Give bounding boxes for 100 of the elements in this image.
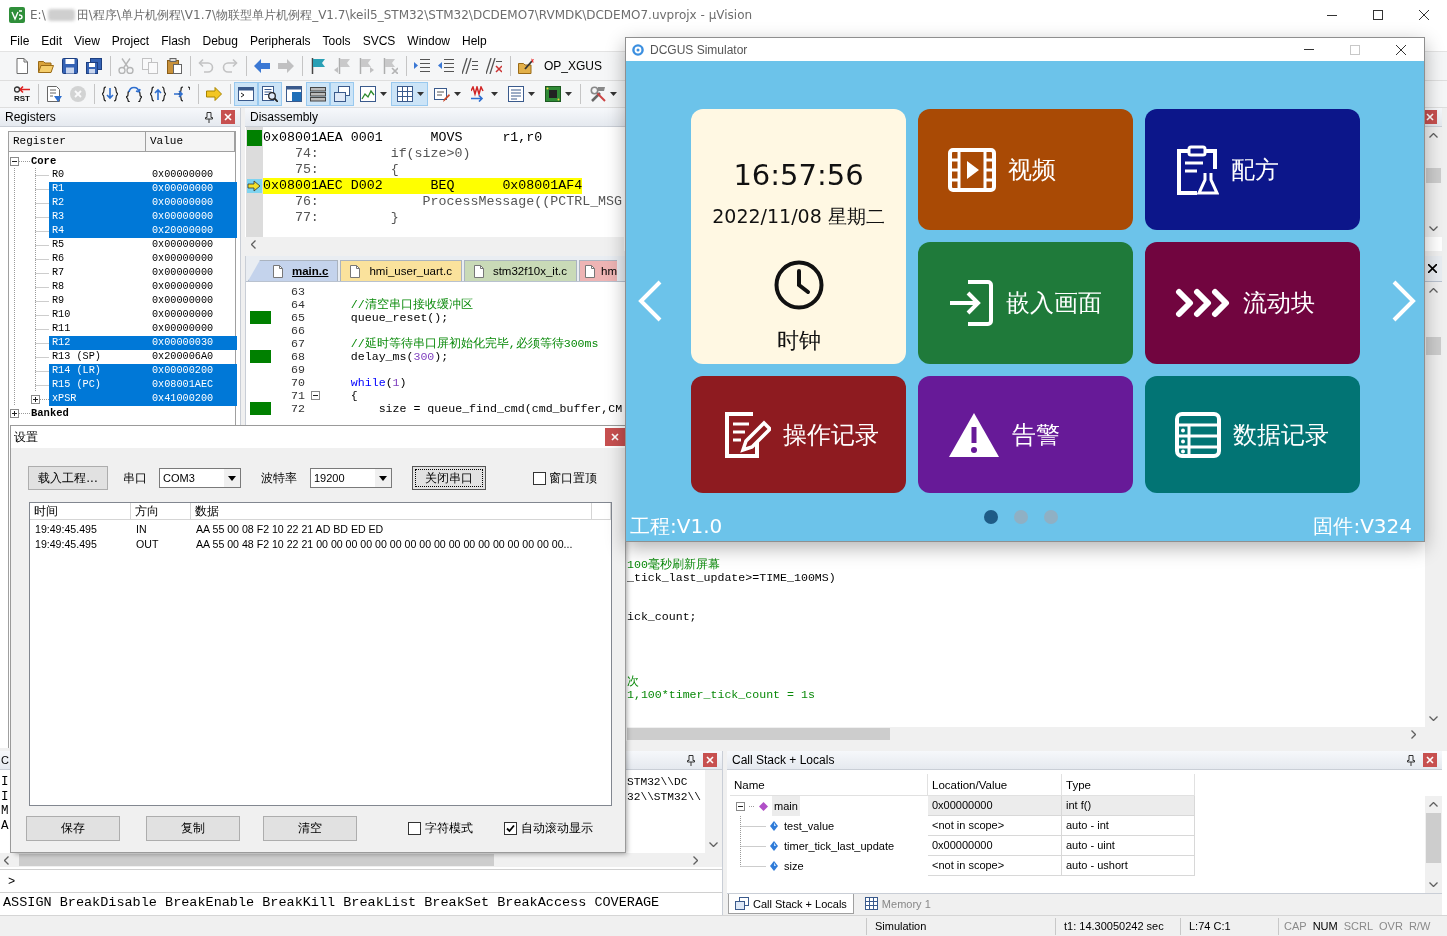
braces-up-arrow-icon[interactable] <box>150 86 166 102</box>
menu-tile[interactable]: 操作记录 <box>691 376 906 493</box>
menu-tile[interactable]: 视频 <box>918 109 1133 230</box>
scroll-right-icon[interactable] <box>1411 729 1416 739</box>
arrow-braces-icon[interactable] <box>174 86 190 102</box>
caret-icon[interactable] <box>528 92 535 96</box>
menu-tile[interactable]: 流动块 <box>1145 242 1360 364</box>
braces-curved-arrow-icon[interactable] <box>126 86 142 102</box>
port-dropdown[interactable]: COM3 <box>159 468 241 488</box>
chart-window-icon[interactable] <box>360 86 376 102</box>
minus-box-icon[interactable] <box>310 391 320 400</box>
port-button[interactable]: 关闭串口 <box>412 466 486 490</box>
caret-icon[interactable] <box>610 92 617 96</box>
baud-dropdown[interactable]: 19200 <box>310 468 392 488</box>
scroll-left-icon[interactable] <box>4 855 9 865</box>
register-group[interactable]: Banked <box>31 406 69 420</box>
file-tab[interactable]: stm32f10x_it.c <box>463 260 578 281</box>
floppy-disks-icon[interactable] <box>86 58 102 74</box>
checkbox[interactable] <box>504 822 517 835</box>
pin-icon[interactable] <box>687 754 695 766</box>
panel-tab[interactable]: Call Stack + Locals <box>728 894 854 914</box>
caret-icon[interactable] <box>380 92 387 96</box>
slashed-lines-cross-icon[interactable] <box>486 58 502 74</box>
plus-box-icon[interactable] <box>10 408 19 418</box>
clipboard-icon[interactable] <box>166 58 182 74</box>
chip-board-icon[interactable] <box>545 86 561 102</box>
wave-arrow-icon[interactable] <box>471 86 487 102</box>
outdent-icon[interactable] <box>438 58 454 74</box>
scrollbar-thumb[interactable] <box>1426 337 1441 355</box>
menu-item[interactable]: Flash <box>155 30 197 51</box>
close-icon[interactable] <box>1428 264 1437 273</box>
dialog-button[interactable]: 保存 <box>26 816 120 841</box>
pin-icon[interactable] <box>205 111 213 123</box>
file-tab[interactable]: main.c <box>248 260 339 281</box>
reset-button[interactable]: RST <box>10 82 34 106</box>
maximize-icon[interactable] <box>1373 10 1383 20</box>
dialog-button[interactable]: 复制 <box>146 816 240 841</box>
scroll-down-icon[interactable] <box>1429 882 1438 887</box>
folder-wand-icon[interactable] <box>518 58 534 74</box>
clock-tile[interactable]: 16:57:56 2022/11/08 星期二 时钟 <box>691 109 906 364</box>
pin-icon[interactable] <box>1407 754 1415 766</box>
flag-icon[interactable] <box>310 58 326 74</box>
menu-item[interactable]: View <box>68 30 106 51</box>
menu-item[interactable]: Debug <box>196 30 244 51</box>
scroll-right-icon[interactable] <box>693 855 698 865</box>
braces-down-arrow-icon[interactable] <box>102 86 118 102</box>
dialog-button[interactable]: 清空 <box>263 816 357 841</box>
indent-icon[interactable] <box>414 58 430 74</box>
menu-tile[interactable]: 配方 <box>1145 109 1360 230</box>
scrollbar[interactable] <box>1425 796 1442 893</box>
left-arrow-icon[interactable] <box>254 58 270 74</box>
scrollbar-thumb[interactable] <box>627 728 890 740</box>
caret-icon[interactable] <box>565 92 572 96</box>
menu-tile[interactable]: 告警 <box>918 376 1133 493</box>
hammer-wrench-icon[interactable] <box>590 86 606 102</box>
checkbox[interactable] <box>533 471 546 485</box>
column-header[interactable]: Register <box>9 132 146 151</box>
menu-item[interactable]: SVCS <box>356 30 402 51</box>
menu-item[interactable]: Window <box>401 30 456 51</box>
command-input[interactable]: > <box>0 869 722 893</box>
file-tab[interactable]: hm <box>579 260 618 281</box>
file-tab[interactable]: hmi_user_uart.c <box>340 260 462 281</box>
slashed-lines-icon[interactable] <box>462 58 478 74</box>
menu-item[interactable]: Tools <box>316 30 357 51</box>
page-dot-icon[interactable] <box>1044 510 1058 524</box>
column-header[interactable]: 时间 <box>30 503 131 520</box>
scroll-up-icon[interactable] <box>1429 802 1438 807</box>
close-icon[interactable] <box>1396 44 1406 55</box>
menu-tile[interactable]: 嵌入画面 <box>918 242 1133 364</box>
scroll-down-icon[interactable] <box>1429 226 1438 231</box>
scroll-down-icon[interactable] <box>709 842 718 847</box>
caret-icon[interactable] <box>491 92 498 96</box>
target-name[interactable]: OP_XGUS <box>544 59 603 73</box>
menu-item[interactable]: Project <box>105 30 156 51</box>
close-icon[interactable] <box>1419 10 1429 20</box>
scrollbar[interactable] <box>705 770 722 853</box>
scrollbar[interactable] <box>1425 127 1442 237</box>
scrollbar-thumb[interactable] <box>19 854 494 866</box>
right-arrow-icon[interactable] <box>206 86 222 102</box>
menu-item[interactable]: File <box>4 30 36 51</box>
load-project-button[interactable]: 载入工程... <box>28 466 108 490</box>
register-group[interactable]: Core <box>31 154 57 168</box>
minus-box-icon[interactable] <box>10 156 19 166</box>
minimize-icon[interactable] <box>1327 14 1337 16</box>
scroll-left-icon[interactable] <box>251 239 256 249</box>
scroll-up-icon[interactable] <box>1429 288 1438 293</box>
page-dot-icon[interactable] <box>984 510 998 524</box>
scrollbar-thumb[interactable] <box>1426 168 1441 183</box>
menu-item[interactable]: Edit <box>35 30 69 51</box>
folder-icon[interactable] <box>38 58 54 74</box>
list-window-icon[interactable] <box>508 86 524 102</box>
column-header[interactable]: 数据 <box>191 503 592 520</box>
caret-icon[interactable] <box>454 92 461 96</box>
window-icon[interactable] <box>286 86 302 102</box>
checkbox[interactable] <box>408 822 421 835</box>
menu-tile[interactable]: 数据记录 <box>1145 376 1360 493</box>
column-header[interactable]: 方向 <box>131 503 191 520</box>
toggle-button[interactable] <box>391 82 428 106</box>
menu-item[interactable]: Help <box>456 30 493 51</box>
column-header[interactable]: Value <box>146 132 235 151</box>
